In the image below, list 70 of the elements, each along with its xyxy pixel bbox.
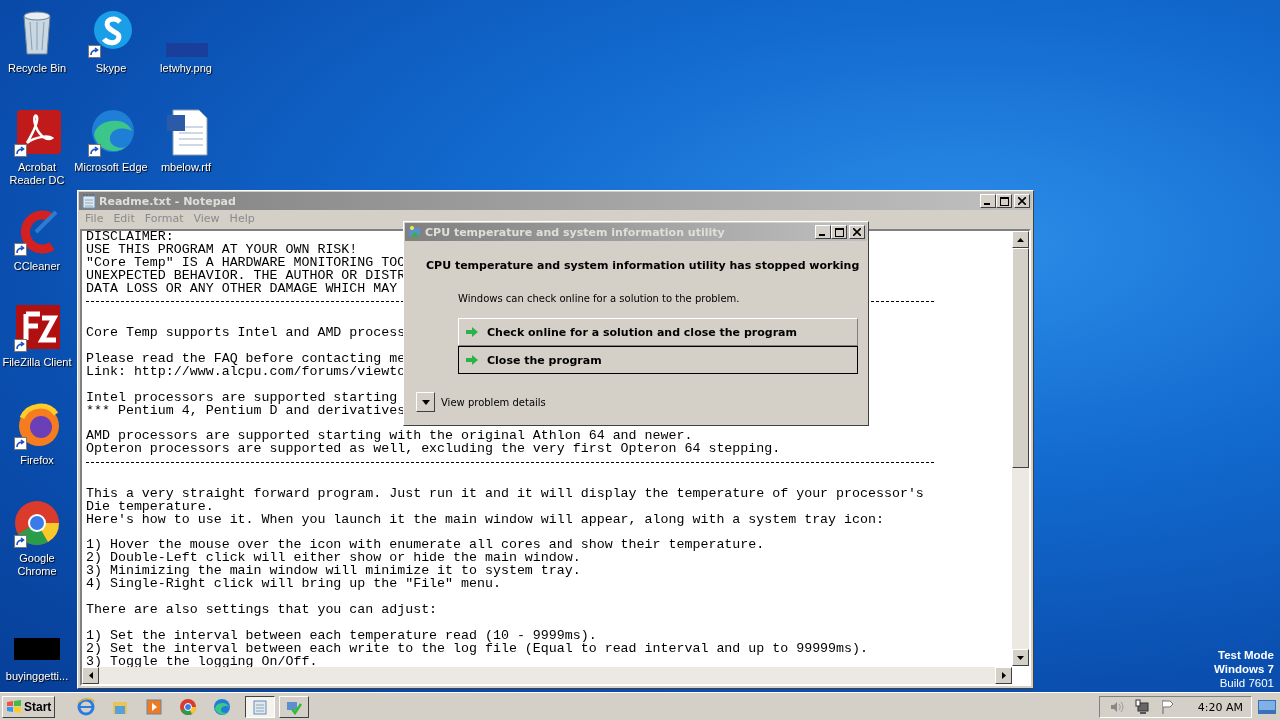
icon-label[interactable]: Microsoft Edge <box>74 161 148 174</box>
close-icon <box>1018 197 1026 205</box>
icon-label[interactable]: FileZilla Client <box>2 356 72 369</box>
notepad-icon <box>82 193 96 209</box>
window-title: CPU temperature and system information utility <box>425 225 726 239</box>
os-notice-text: Build 7601 <box>1219 676 1274 690</box>
text-line: USE THIS PROGRAM AT YOUR OWN RISK! <box>86 243 358 257</box>
arrow-icon <box>465 354 479 366</box>
icon-label[interactable]: CCleaner <box>13 260 61 273</box>
text-line: Opteron processors are supported as well, excluding the very first Opteron 64 stepping. <box>86 443 781 457</box>
close-icon <box>853 228 861 236</box>
text-line: 4) Single-Right click will bring up the "File" menu. <box>86 578 501 592</box>
windows-logo <box>6 700 22 714</box>
text-line: Link: http://www.alcpu.com/forums/viewto <box>86 365 406 379</box>
icon-label[interactable]: Skype <box>95 62 127 75</box>
close-button[interactable] <box>849 225 865 239</box>
text-line: Die temperature. <box>86 500 214 514</box>
os-notice-text: Test Mode <box>1218 648 1274 662</box>
minimize-button[interactable] <box>980 194 996 208</box>
text-line: Intel processors are supported starting <box>86 391 398 405</box>
text-line: DISCLAIMER: <box>86 231 174 244</box>
icon-label[interactable]: buyinggetti... <box>5 670 69 683</box>
icon-label[interactable]: Acrobat Reader DC <box>0 161 74 187</box>
down-arrow-icon <box>1017 655 1024 660</box>
browser-icon[interactable] <box>12 498 62 548</box>
dialog-message: Windows can check online for a solution to the problem. <box>458 293 741 304</box>
command-link[interactable]: Check online for a solution and close the program <box>458 318 858 346</box>
window-title: Readme.txt - Notepad <box>99 194 237 208</box>
maximize-button[interactable] <box>831 225 847 239</box>
text-line: Core Temp supports Intel and AMD process <box>86 327 406 341</box>
expand-button[interactable] <box>416 392 435 412</box>
left-arrow-icon <box>88 672 93 679</box>
details-label[interactable]: View problem details <box>441 396 546 408</box>
arrow-icon <box>465 326 479 338</box>
close-button[interactable] <box>1014 194 1030 208</box>
up-arrow-icon <box>1017 237 1024 242</box>
taskbar-button[interactable] <box>245 696 276 718</box>
vertical-scrollbar[interactable] <box>1012 231 1029 666</box>
clock[interactable]: 4:20 AM <box>1197 700 1243 714</box>
maximize-icon <box>999 196 1009 206</box>
icon-label[interactable]: Recycle Bin <box>7 62 67 75</box>
text-line: 2) Set the interval between each write to the log file (Equal to read interval and up to 99999ms). <box>86 642 868 656</box>
text-line: DATA LOSS OR ANY OTHER DAMAGE WHICH MAY <box>86 282 398 296</box>
icon-label[interactable]: Firefox <box>20 454 54 467</box>
text-line: There are also settings that you can adjust: <box>86 603 438 617</box>
maximize-icon <box>834 227 844 237</box>
media-player-icon[interactable] <box>145 698 164 716</box>
icon-label[interactable]: letwhy.png <box>160 62 212 75</box>
flag-icon[interactable] <box>1159 699 1176 715</box>
app-icon <box>286 699 303 715</box>
text-line: Here's how to use it. When you launch it the main window will appear, along with a system tray icon: <box>86 513 884 527</box>
text-line: 1) Set the interval between each temperature read (10 - 9999ms). <box>86 629 597 643</box>
right-arrow-icon <box>1001 672 1006 679</box>
browser-icon[interactable] <box>179 698 198 716</box>
text-line: UNEXPECTED BEHAVIOR. THE AUTHOR OR DISTR <box>86 269 406 283</box>
os-notice-text: Windows 7 <box>1214 662 1274 676</box>
dialog-heading: CPU temperature and system information utility has stopped working <box>426 258 860 272</box>
text-line: This a very straight forward program. Just run it and it will display the temperature of your processor's <box>86 487 924 501</box>
horizontal-scrollbar[interactable] <box>82 667 1012 684</box>
command-link[interactable]: Close the program <box>458 346 858 374</box>
minimize-button[interactable] <box>815 225 831 239</box>
notepad-icon <box>252 699 269 715</box>
icon-label[interactable]: Google Chrome <box>0 552 74 578</box>
maximize-button[interactable] <box>996 194 1012 208</box>
icon-label[interactable]: mbelow.rtf <box>160 161 212 174</box>
text-line: *** Pentium 4, Pentium D and derivatives <box>86 404 406 418</box>
network-icon[interactable] <box>1133 699 1150 715</box>
caret-icon <box>421 399 430 405</box>
start-button[interactable]: Start <box>2 696 56 718</box>
app-icon <box>408 225 422 239</box>
